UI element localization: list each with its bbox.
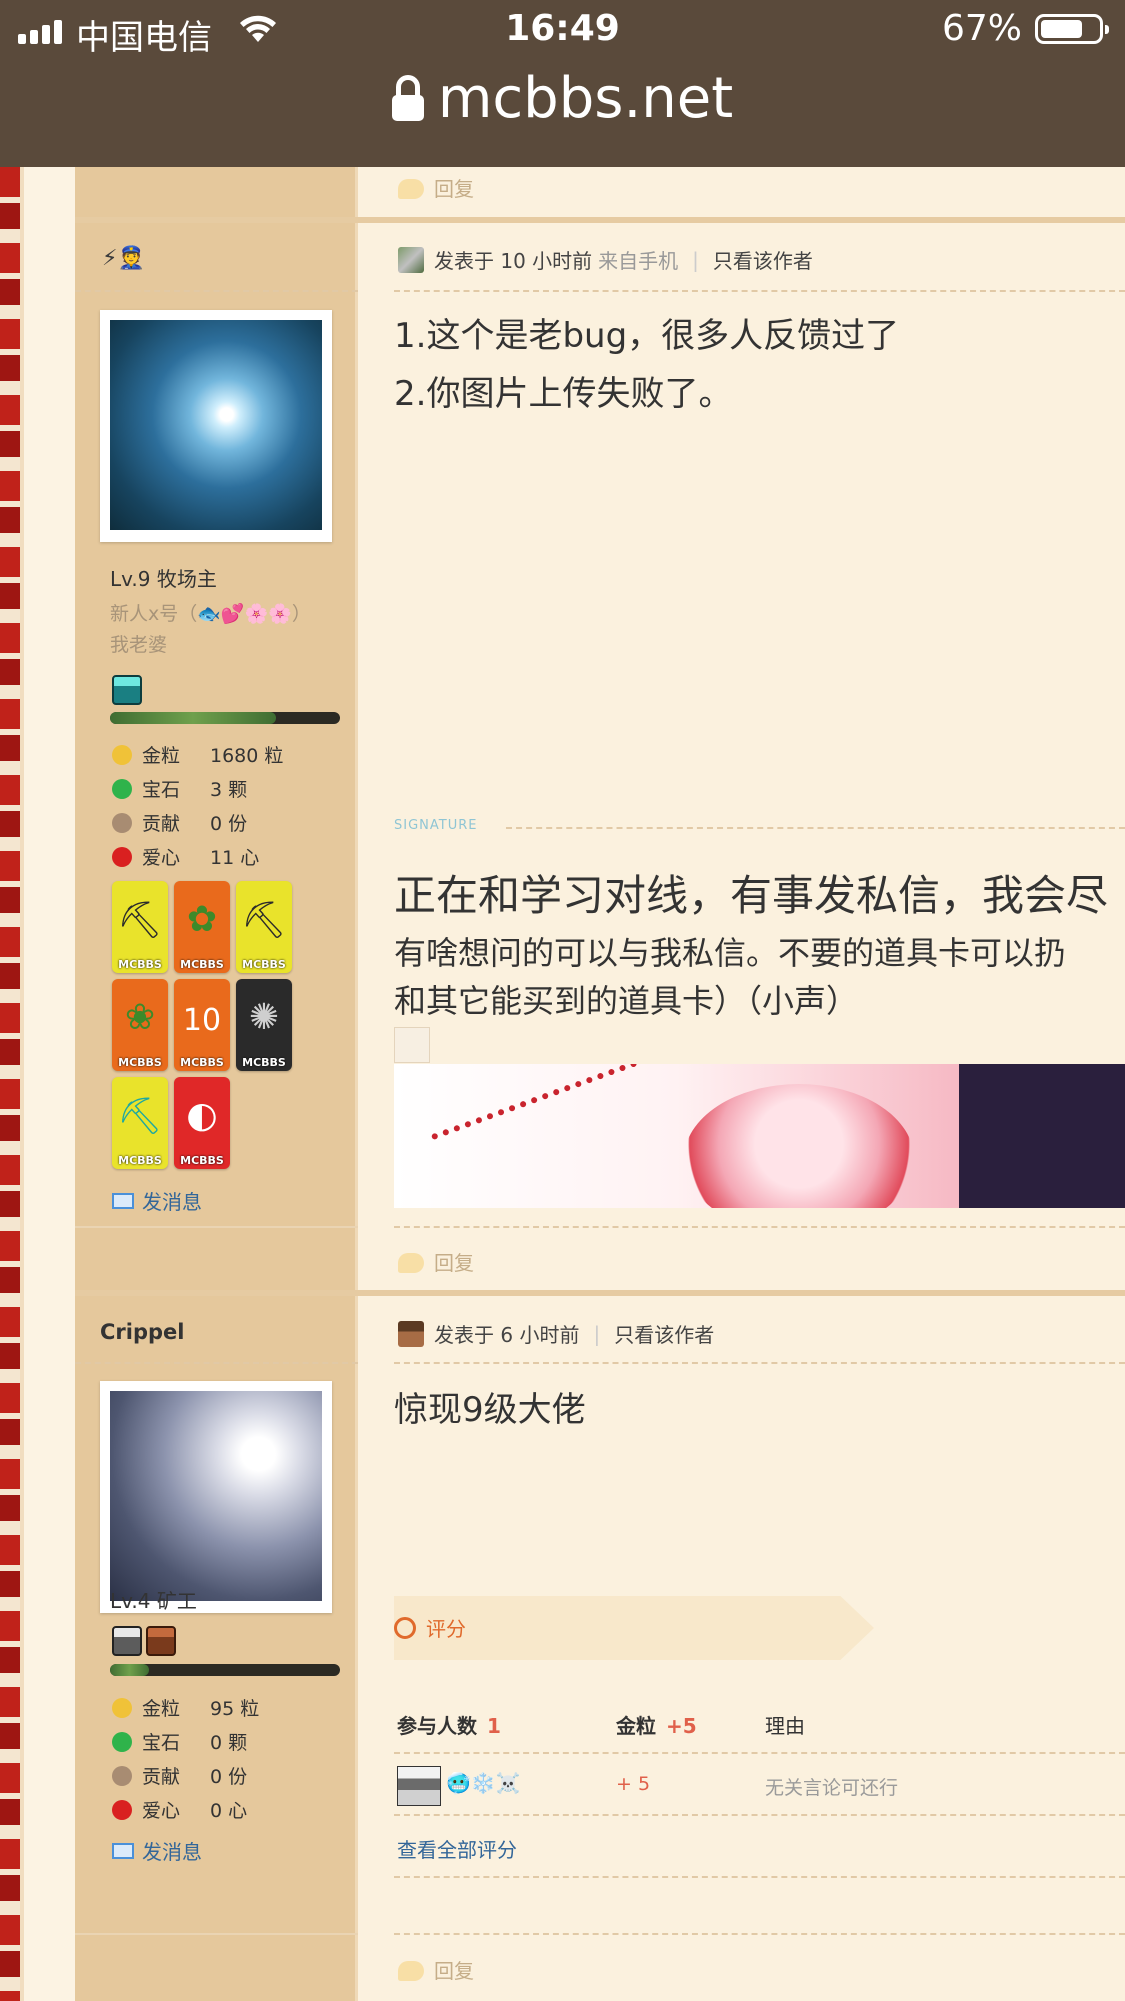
stat-contribution: 贡献 0 份 bbox=[112, 1762, 247, 1789]
stat-love: 爱心 11 心 bbox=[112, 843, 259, 870]
reply-button[interactable]: 回复 bbox=[398, 173, 474, 202]
leather-armor-icon bbox=[146, 1626, 176, 1656]
user-level: Lv.9 牧场主 bbox=[110, 567, 217, 591]
contribution-icon bbox=[112, 812, 132, 833]
url-bar[interactable]: mcbbs.net bbox=[0, 66, 1125, 131]
iron-armor-icon bbox=[112, 1626, 142, 1656]
reply-bubble-icon bbox=[398, 1961, 424, 1981]
level-progress bbox=[110, 1664, 340, 1676]
only-author-link[interactable]: 只看该作者 bbox=[713, 245, 813, 274]
rating-col-participants: 参与人数 1 bbox=[397, 1714, 501, 1738]
rater-avatar[interactable] bbox=[397, 1766, 441, 1806]
reply-bubble-icon bbox=[398, 179, 424, 199]
gold-nugget-icon bbox=[112, 744, 132, 765]
post-separator bbox=[75, 1290, 1125, 1296]
signature-text: 和其它能买到的道具卡）（小声） bbox=[394, 982, 859, 1020]
mini-avatar bbox=[398, 1320, 424, 1347]
post-text-line: 1.这个是老bug，很多人反馈过了 bbox=[394, 316, 900, 356]
medal-sapling[interactable]: ✿ MCBBS bbox=[174, 881, 230, 973]
emerald-icon bbox=[112, 1731, 132, 1752]
rating-row-gold: + 5 bbox=[616, 1773, 651, 1795]
emerald-icon bbox=[112, 778, 132, 799]
divider bbox=[394, 1814, 1125, 1816]
signature-text: 正在和学习对线，有事发私信，我会尽 bbox=[394, 871, 1109, 920]
user-level: Lv.4 矿工 bbox=[110, 1589, 197, 1613]
reply-bubble-icon bbox=[398, 1253, 424, 1273]
divider bbox=[394, 1876, 1125, 1878]
contribution-icon bbox=[112, 1765, 132, 1786]
rater-emojis: 🥶❄️☠️ bbox=[446, 1771, 521, 1795]
rating-col-gold: 金粒 +5 bbox=[616, 1714, 697, 1738]
divider bbox=[506, 827, 1125, 829]
divider bbox=[394, 1362, 1125, 1364]
medal-diamond-pickaxe[interactable]: ⛏ MCBBS bbox=[112, 1077, 168, 1169]
avatar-image bbox=[110, 1391, 322, 1601]
level-progress bbox=[110, 712, 340, 724]
decorative-border bbox=[0, 167, 20, 2001]
avatar[interactable] bbox=[100, 310, 332, 542]
post-text-line: 2.你图片上传失败了。 bbox=[394, 374, 733, 414]
username[interactable]: Crippel bbox=[100, 1320, 184, 1344]
post-meta: 发表于 6 小时前 | 只看该作者 bbox=[398, 1319, 714, 1348]
stat-gem: 宝石 3 颗 bbox=[112, 775, 247, 802]
divider bbox=[394, 1752, 1125, 1754]
stat-gold: 金粒 1680 粒 bbox=[112, 741, 283, 768]
apple-icon bbox=[112, 1799, 132, 1820]
medal-red[interactable]: ◐ MCBBS bbox=[174, 1077, 230, 1169]
rating-col-reason: 理由 bbox=[765, 1714, 805, 1738]
signature-label: SIGNATURE bbox=[394, 818, 478, 833]
broken-image-icon bbox=[394, 1027, 430, 1063]
rating-header-bg bbox=[394, 1596, 874, 1660]
url-text: mcbbs.net bbox=[437, 66, 734, 131]
status-bar: 中国电信 16:49 67% bbox=[0, 0, 1125, 60]
divider bbox=[75, 1933, 358, 1935]
divider bbox=[75, 1362, 358, 1364]
mail-icon bbox=[112, 1842, 134, 1859]
reply-button[interactable]: 回复 bbox=[398, 1955, 474, 1984]
divider bbox=[394, 1226, 1125, 1228]
post-meta: 发表于 10 小时前 来自手机 | 只看该作者 bbox=[398, 245, 813, 274]
send-message-link[interactable]: 发消息 bbox=[112, 1186, 202, 1215]
gold-nugget-icon bbox=[112, 1697, 132, 1718]
battery-percent: 67% bbox=[941, 8, 1022, 49]
view-all-ratings-link[interactable]: 查看全部评分 bbox=[397, 1834, 517, 1863]
medal-pickaxe[interactable]: ⛏ MCBBS bbox=[112, 881, 168, 973]
medal-anniversary[interactable]: 10 MCBBS bbox=[174, 979, 230, 1071]
send-message-link[interactable]: 发消息 bbox=[112, 1836, 202, 1865]
battery-icon bbox=[1035, 14, 1109, 44]
avatar[interactable] bbox=[100, 1381, 332, 1613]
rating-row-reason: 无关言论可还行 bbox=[765, 1777, 899, 1799]
user-badges: ⚡👮 bbox=[102, 246, 145, 271]
rating-circle-icon bbox=[394, 1616, 416, 1639]
divider bbox=[394, 290, 1125, 292]
reply-button[interactable]: 回复 bbox=[398, 1247, 474, 1276]
post-text-line: 惊现9级大佬 bbox=[394, 1390, 586, 1430]
diamond-armor-icon bbox=[112, 675, 142, 705]
rating-title: 评分 bbox=[394, 1613, 466, 1642]
browser-top-bar: 中国电信 16:49 67% mcbbs.net bbox=[0, 0, 1125, 167]
medal-list: ⛏ MCBBS ✿ MCBBS ⛏ MCBBS ❀ MCBBS 10 MCBBS ✺ MCB… bbox=[112, 881, 302, 1169]
apple-icon bbox=[112, 846, 132, 867]
stat-gold: 金粒 95 粒 bbox=[112, 1694, 259, 1721]
only-author-link[interactable]: 只看该作者 bbox=[614, 1319, 714, 1348]
divider bbox=[394, 1933, 1125, 1935]
stat-gem: 宝石 0 颗 bbox=[112, 1728, 247, 1755]
medal-cobweb[interactable]: ✺ MCBBS bbox=[236, 979, 292, 1071]
divider bbox=[75, 1226, 358, 1228]
medal-tree[interactable]: ❀ MCBBS bbox=[112, 979, 168, 1071]
page-margin bbox=[20, 167, 75, 2001]
custom-title: 新人x号（🐟💕🌸🌸） bbox=[110, 603, 311, 625]
signature-banner-image bbox=[394, 1064, 1125, 1208]
custom-title: 我老婆 bbox=[110, 634, 168, 656]
stat-love: 爱心 0 心 bbox=[112, 1796, 247, 1823]
divider bbox=[75, 290, 358, 292]
medal-pickaxe[interactable]: ⛏ MCBBS bbox=[236, 881, 292, 973]
avatar-image bbox=[110, 320, 322, 530]
lock-icon bbox=[391, 75, 424, 121]
mini-avatar bbox=[398, 246, 424, 273]
post-separator bbox=[75, 217, 1125, 223]
mail-icon bbox=[112, 1192, 134, 1209]
stat-contribution: 贡献 0 份 bbox=[112, 809, 247, 836]
